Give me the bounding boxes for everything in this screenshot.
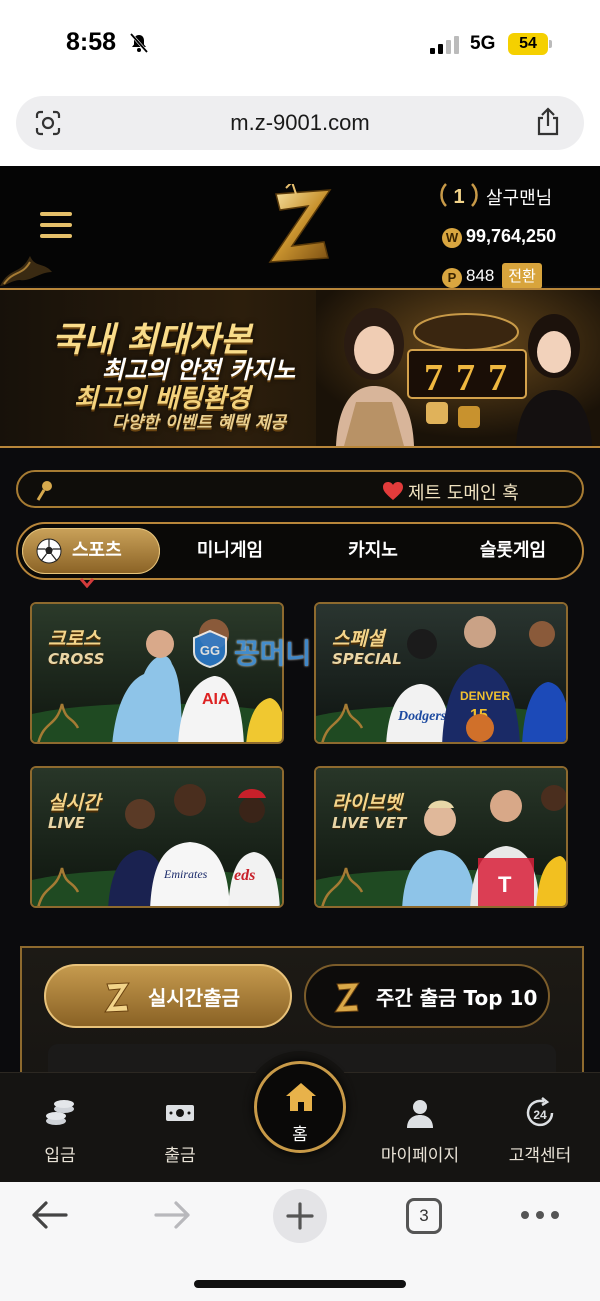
tab-minigame[interactable]: 미니게임 bbox=[174, 524, 286, 578]
svg-text:7: 7 bbox=[488, 357, 507, 399]
banner-casino-art-icon: 7 7 7 bbox=[316, 290, 600, 446]
chevron-down-icon bbox=[80, 578, 94, 588]
menu-bar bbox=[40, 223, 72, 227]
svg-text:DENVER: DENVER bbox=[460, 689, 510, 703]
payout-label: 실시간출금 bbox=[148, 986, 240, 1010]
game-card-special[interactable]: Dodgers DENVER 15 스페셜 SPECIAL bbox=[314, 602, 568, 744]
svg-text:GG: GG bbox=[200, 643, 220, 658]
tab-label: 카지노 bbox=[348, 540, 398, 561]
level-badge-icon: 1 bbox=[440, 183, 478, 208]
share-icon[interactable] bbox=[534, 107, 562, 137]
nav-deposit[interactable]: 입금 bbox=[0, 1073, 120, 1182]
status-bar: 8:58 5G 54 bbox=[0, 0, 600, 88]
level-number: 1 bbox=[453, 186, 464, 208]
site-content: 1 살구맨님 W 99,764,250 P 848 전환 국내 최대자본 최고의… bbox=[0, 166, 600, 1182]
forward-arrow-icon[interactable] bbox=[154, 1200, 192, 1230]
promo-banner[interactable]: 국내 최대자본 최고의 안전 카지노 최고의 배팅환경 다양한 이벤트 혜택 제… bbox=[0, 288, 600, 448]
nav-mypage[interactable]: 마이페이지 bbox=[360, 1073, 480, 1182]
z-logo-icon bbox=[334, 982, 360, 1013]
battery-indicator: 54 bbox=[508, 33, 548, 55]
site-header: 1 살구맨님 W 99,764,250 P 848 전환 bbox=[0, 166, 600, 289]
payout-label: 주간 출금 Top 10 bbox=[376, 986, 538, 1010]
bell-muted-icon bbox=[129, 33, 149, 53]
watermark-text: 꽁머니 bbox=[234, 637, 312, 670]
plus-icon bbox=[286, 1202, 314, 1230]
nav-label: 출금 bbox=[164, 1146, 196, 1166]
z-logo-icon bbox=[104, 982, 130, 1013]
browser-toolbar: 3 bbox=[0, 1182, 600, 1301]
tab-switcher-button[interactable]: 3 bbox=[406, 1198, 442, 1234]
balance-value: 99,764,250 bbox=[466, 226, 557, 246]
nav-label: 고객센터 bbox=[508, 1146, 572, 1166]
game-card-subtitle: LIVE bbox=[48, 814, 85, 832]
category-tabs: 스포츠 미니게임 카지노 슬롯게임 bbox=[16, 522, 584, 580]
watermark-shield-icon: GG bbox=[193, 630, 227, 668]
network-label: 5G bbox=[470, 33, 496, 54]
svg-text:7: 7 bbox=[424, 357, 443, 399]
tab-casino[interactable]: 카지노 bbox=[318, 524, 428, 578]
nav-label: 마이페이지 bbox=[380, 1146, 460, 1166]
tab-sports[interactable]: 스포츠 bbox=[22, 528, 160, 574]
svg-text:Dodgers: Dodgers bbox=[397, 709, 447, 724]
microphone-icon bbox=[36, 481, 52, 501]
url-text[interactable]: m.z-9001.com bbox=[16, 110, 584, 136]
ornament-icon bbox=[0, 256, 52, 286]
new-tab-button[interactable] bbox=[273, 1189, 327, 1243]
nav-label: 입금 bbox=[44, 1146, 76, 1166]
coins-icon bbox=[46, 1100, 74, 1125]
game-card-title: 라이브벳 bbox=[332, 792, 402, 814]
svg-text:24: 24 bbox=[533, 1108, 547, 1122]
convert-button[interactable]: 전환 bbox=[502, 263, 542, 289]
svg-text:Emirates: Emirates bbox=[163, 867, 208, 881]
address-bar[interactable]: m.z-9001.com bbox=[16, 96, 584, 150]
game-card-subtitle: LIVE VET bbox=[332, 814, 407, 832]
notice-text: 제트 도메인 혹 bbox=[408, 483, 519, 504]
status-time: 8:58 bbox=[66, 28, 117, 56]
live-withdrawal-button[interactable]: 실시간출금 bbox=[44, 964, 292, 1028]
bottom-nav: 입금 출금 홈 마이페이지 24 고객센터 bbox=[0, 1051, 600, 1182]
soccer-ball-icon bbox=[36, 538, 62, 564]
cash-icon bbox=[166, 1105, 194, 1121]
site-logo-icon[interactable] bbox=[262, 184, 338, 266]
svg-text:eds: eds bbox=[234, 867, 255, 884]
user-icon bbox=[407, 1100, 433, 1128]
signal-icon bbox=[430, 36, 459, 54]
tab-slot[interactable]: 슬롯게임 bbox=[458, 524, 568, 578]
svg-text:AIA: AIA bbox=[202, 691, 230, 708]
heart-icon bbox=[383, 482, 403, 500]
weekly-top10-button[interactable]: 주간 출금 Top 10 bbox=[304, 964, 550, 1028]
menu-bar bbox=[40, 234, 72, 238]
game-card-livebet[interactable]: T 라이브벳 LIVE VET bbox=[314, 766, 568, 908]
home-indicator bbox=[194, 1280, 406, 1288]
username[interactable]: 살구맨님 bbox=[486, 184, 552, 210]
svg-text:7: 7 bbox=[456, 357, 475, 399]
game-card-title: 크로스 bbox=[48, 628, 101, 650]
tab-label: 슬롯게임 bbox=[479, 540, 547, 561]
battery-tip bbox=[549, 40, 552, 48]
game-card-live[interactable]: Emirates eds 실시간 LIVE bbox=[30, 766, 284, 908]
banner-line-4: 다양한 이벤트 혜택 제공 bbox=[112, 413, 287, 433]
nav-support[interactable]: 24 고객센터 bbox=[480, 1073, 600, 1182]
tab-label: 미니게임 bbox=[196, 540, 264, 561]
watermark: GG 꽁머니 bbox=[188, 628, 428, 672]
more-options-icon[interactable] bbox=[520, 1210, 560, 1220]
game-card-title: 실시간 bbox=[48, 792, 101, 814]
game-card-cross[interactable]: AIA 크로스 CROSS bbox=[30, 602, 284, 744]
game-card-subtitle: CROSS bbox=[48, 650, 105, 668]
menu-button[interactable] bbox=[40, 212, 72, 238]
home-icon bbox=[286, 1083, 316, 1111]
point-coin-icon: P bbox=[442, 268, 462, 288]
points-value: 848 bbox=[466, 266, 495, 285]
notice-marquee[interactable]: 제트 도메인 혹 bbox=[16, 470, 584, 508]
support-24-icon: 24 bbox=[526, 1097, 554, 1127]
back-arrow-icon[interactable] bbox=[30, 1200, 68, 1230]
menu-bar bbox=[40, 212, 72, 216]
nav-withdraw[interactable]: 출금 bbox=[120, 1073, 240, 1182]
nav-label: 홈 bbox=[292, 1125, 308, 1145]
nav-home[interactable]: 홈 bbox=[254, 1061, 346, 1153]
won-coin-icon: W bbox=[442, 228, 462, 248]
tab-label: 스포츠 bbox=[72, 540, 122, 561]
svg-text:T: T bbox=[498, 872, 512, 897]
